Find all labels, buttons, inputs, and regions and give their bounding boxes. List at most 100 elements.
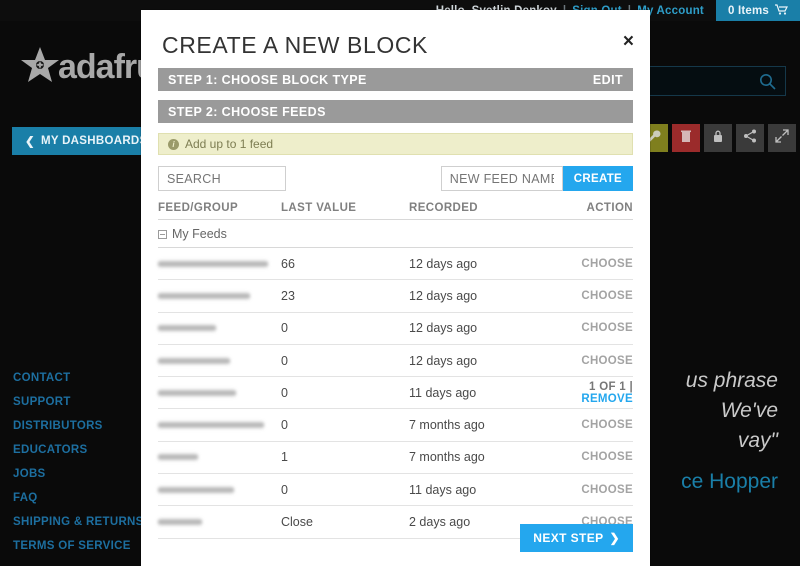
recorded-cell: 12 days ago — [409, 353, 478, 368]
trash-icon — [680, 129, 692, 148]
last-value-cell: 0 — [281, 418, 288, 433]
redacted-feed-name — [158, 421, 264, 430]
table-row[interactable]: 1 7 months ago CHOOSE — [158, 440, 633, 473]
chevron-right-icon: ❯ — [609, 531, 620, 545]
last-value-cell: 0 — [281, 385, 288, 400]
redacted-feed-name — [158, 324, 216, 333]
feed-group-label: My Feeds — [172, 227, 227, 241]
step-1-edit-link[interactable]: EDIT — [593, 73, 623, 87]
choose-feed-button[interactable]: CHOOSE — [553, 484, 633, 496]
footer-links: CONTACT SUPPORT DISTRIBUTORS EDUCATORS J… — [13, 372, 144, 552]
trash-icon-button[interactable] — [672, 124, 700, 152]
column-header-recorded: RECORDED — [409, 202, 479, 214]
footer-link-faq[interactable]: FAQ — [13, 492, 144, 504]
cart-icon — [775, 3, 788, 18]
feed-limit-notice: i Add up to 1 feed — [158, 133, 633, 155]
recorded-cell: 12 days ago — [409, 256, 478, 271]
close-icon[interactable]: × — [623, 32, 634, 51]
collapse-icon[interactable] — [158, 229, 167, 239]
footer-link-educators[interactable]: EDUCATORS — [13, 444, 144, 456]
modal-body: STEP 1: CHOOSE BLOCK TYPE EDIT STEP 2: C… — [141, 68, 650, 539]
info-icon: i — [168, 138, 179, 150]
lock-icon-button[interactable] — [704, 124, 732, 152]
redacted-feed-name — [158, 518, 202, 527]
footer-link-terms[interactable]: TERMS OF SERVICE — [13, 540, 144, 552]
column-header-last-value: LAST VALUE — [281, 202, 357, 214]
footer-link-shipping[interactable]: SHIPPING & RETURNS — [13, 516, 144, 528]
choose-feed-button[interactable]: CHOOSE — [553, 451, 633, 463]
feed-name-cell — [158, 421, 281, 430]
table-row[interactable]: 23 12 days ago CHOOSE — [158, 279, 633, 311]
feed-name-cell — [158, 388, 281, 397]
expand-icon-button[interactable] — [768, 124, 796, 152]
recorded-cell: 12 days ago — [409, 321, 478, 336]
adafruit-star-icon — [18, 46, 62, 88]
table-row[interactable]: 66 12 days ago CHOOSE — [158, 247, 633, 279]
redacted-feed-name — [158, 388, 236, 397]
step-1-header[interactable]: STEP 1: CHOOSE BLOCK TYPE EDIT — [158, 68, 633, 91]
feed-name-cell — [158, 453, 281, 462]
table-row[interactable]: 0 11 days ago CHOOSE — [158, 473, 633, 505]
feed-table-header: FEED/GROUP LAST VALUE RECORDED ACTION — [158, 202, 633, 220]
cart-button[interactable]: 0 Items — [715, 0, 800, 21]
redacted-feed-name — [158, 291, 250, 300]
recorded-cell: 7 months ago — [409, 418, 485, 433]
footer-link-contact[interactable]: CONTACT — [13, 372, 144, 384]
remove-label[interactable]: REMOVE — [581, 393, 633, 405]
recorded-cell: 11 days ago — [409, 385, 477, 400]
feed-name-cell — [158, 485, 281, 494]
redacted-feed-name — [158, 485, 234, 494]
feed-count-label: 1 OF 1 | — [589, 380, 633, 393]
lock-icon — [712, 129, 724, 148]
step-1-label: STEP 1: CHOOSE BLOCK TYPE — [168, 72, 367, 87]
last-value-cell: 0 — [281, 482, 288, 497]
next-step-button[interactable]: NEXT STEP ❯ — [520, 524, 633, 552]
footer-link-support[interactable]: SUPPORT — [13, 396, 144, 408]
feed-name-cell — [158, 518, 281, 527]
create-feed-button[interactable]: CREATE — [562, 166, 633, 191]
step-2-header[interactable]: STEP 2: CHOOSE FEEDS — [158, 100, 633, 123]
feed-name-cell — [158, 291, 281, 300]
my-dashboards-label: MY DASHBOARDS — [40, 135, 148, 147]
choose-feed-button[interactable]: CHOOSE — [553, 322, 633, 334]
choose-feed-button[interactable]: CHOOSE — [553, 355, 633, 367]
page-root: Hello, Svetlin Denkov | Sign Out | My Ac… — [0, 0, 800, 566]
table-row[interactable]: 0 11 days ago 1 OF 1 | REMOVE — [158, 376, 633, 408]
choose-feed-button[interactable]: CHOOSE — [553, 419, 633, 431]
recorded-cell: 12 days ago — [409, 288, 478, 303]
table-row[interactable]: 0 12 days ago CHOOSE — [158, 311, 633, 344]
last-value-cell: 23 — [281, 288, 295, 303]
redacted-feed-name — [158, 453, 198, 462]
choose-feed-button[interactable]: CHOOSE — [553, 258, 633, 270]
last-value-cell: 0 — [281, 353, 288, 368]
create-block-modal: CREATE A NEW BLOCK × STEP 1: CHOOSE BLOC… — [141, 10, 650, 566]
step-2-label: STEP 2: CHOOSE FEEDS — [168, 104, 326, 119]
feed-table-body: 66 12 days ago CHOOSE 23 12 days ago CHOOSE 0 1… — [158, 247, 633, 538]
footer-link-distributors[interactable]: DISTRIBUTORS — [13, 420, 144, 432]
expand-icon — [775, 128, 789, 148]
feed-name-cell — [158, 324, 281, 333]
recorded-cell: 7 months ago — [409, 450, 485, 465]
table-row[interactable]: 0 12 days ago CHOOSE — [158, 343, 633, 376]
last-value-cell: 0 — [281, 321, 288, 336]
last-value-cell: 1 — [281, 450, 288, 465]
my-dashboards-button[interactable]: ❮ MY DASHBOARDS — [12, 127, 161, 155]
new-feed-name-input[interactable] — [440, 166, 563, 191]
chevron-left-icon: ❮ — [25, 136, 35, 148]
dashboard-toolbar — [640, 124, 796, 152]
share-icon — [743, 129, 757, 148]
last-value-cell: Close — [281, 515, 313, 530]
choose-feed-button[interactable]: CHOOSE — [553, 290, 633, 302]
footer-link-jobs[interactable]: JOBS — [13, 468, 144, 480]
remove-feed-button[interactable]: 1 OF 1 | REMOVE — [553, 381, 633, 405]
search-input[interactable] — [158, 166, 286, 191]
feed-group-my-feeds[interactable]: My Feeds — [158, 220, 633, 247]
feed-name-cell — [158, 356, 281, 365]
share-icon-button[interactable] — [736, 124, 764, 152]
cart-label: 0 Items — [727, 4, 769, 17]
column-header-feed-group: FEED/GROUP — [158, 202, 239, 214]
redacted-feed-name — [158, 259, 268, 268]
notice-text: Add up to 1 feed — [185, 137, 274, 151]
table-row[interactable]: 0 7 months ago CHOOSE — [158, 408, 633, 440]
last-value-cell: 66 — [281, 256, 295, 271]
